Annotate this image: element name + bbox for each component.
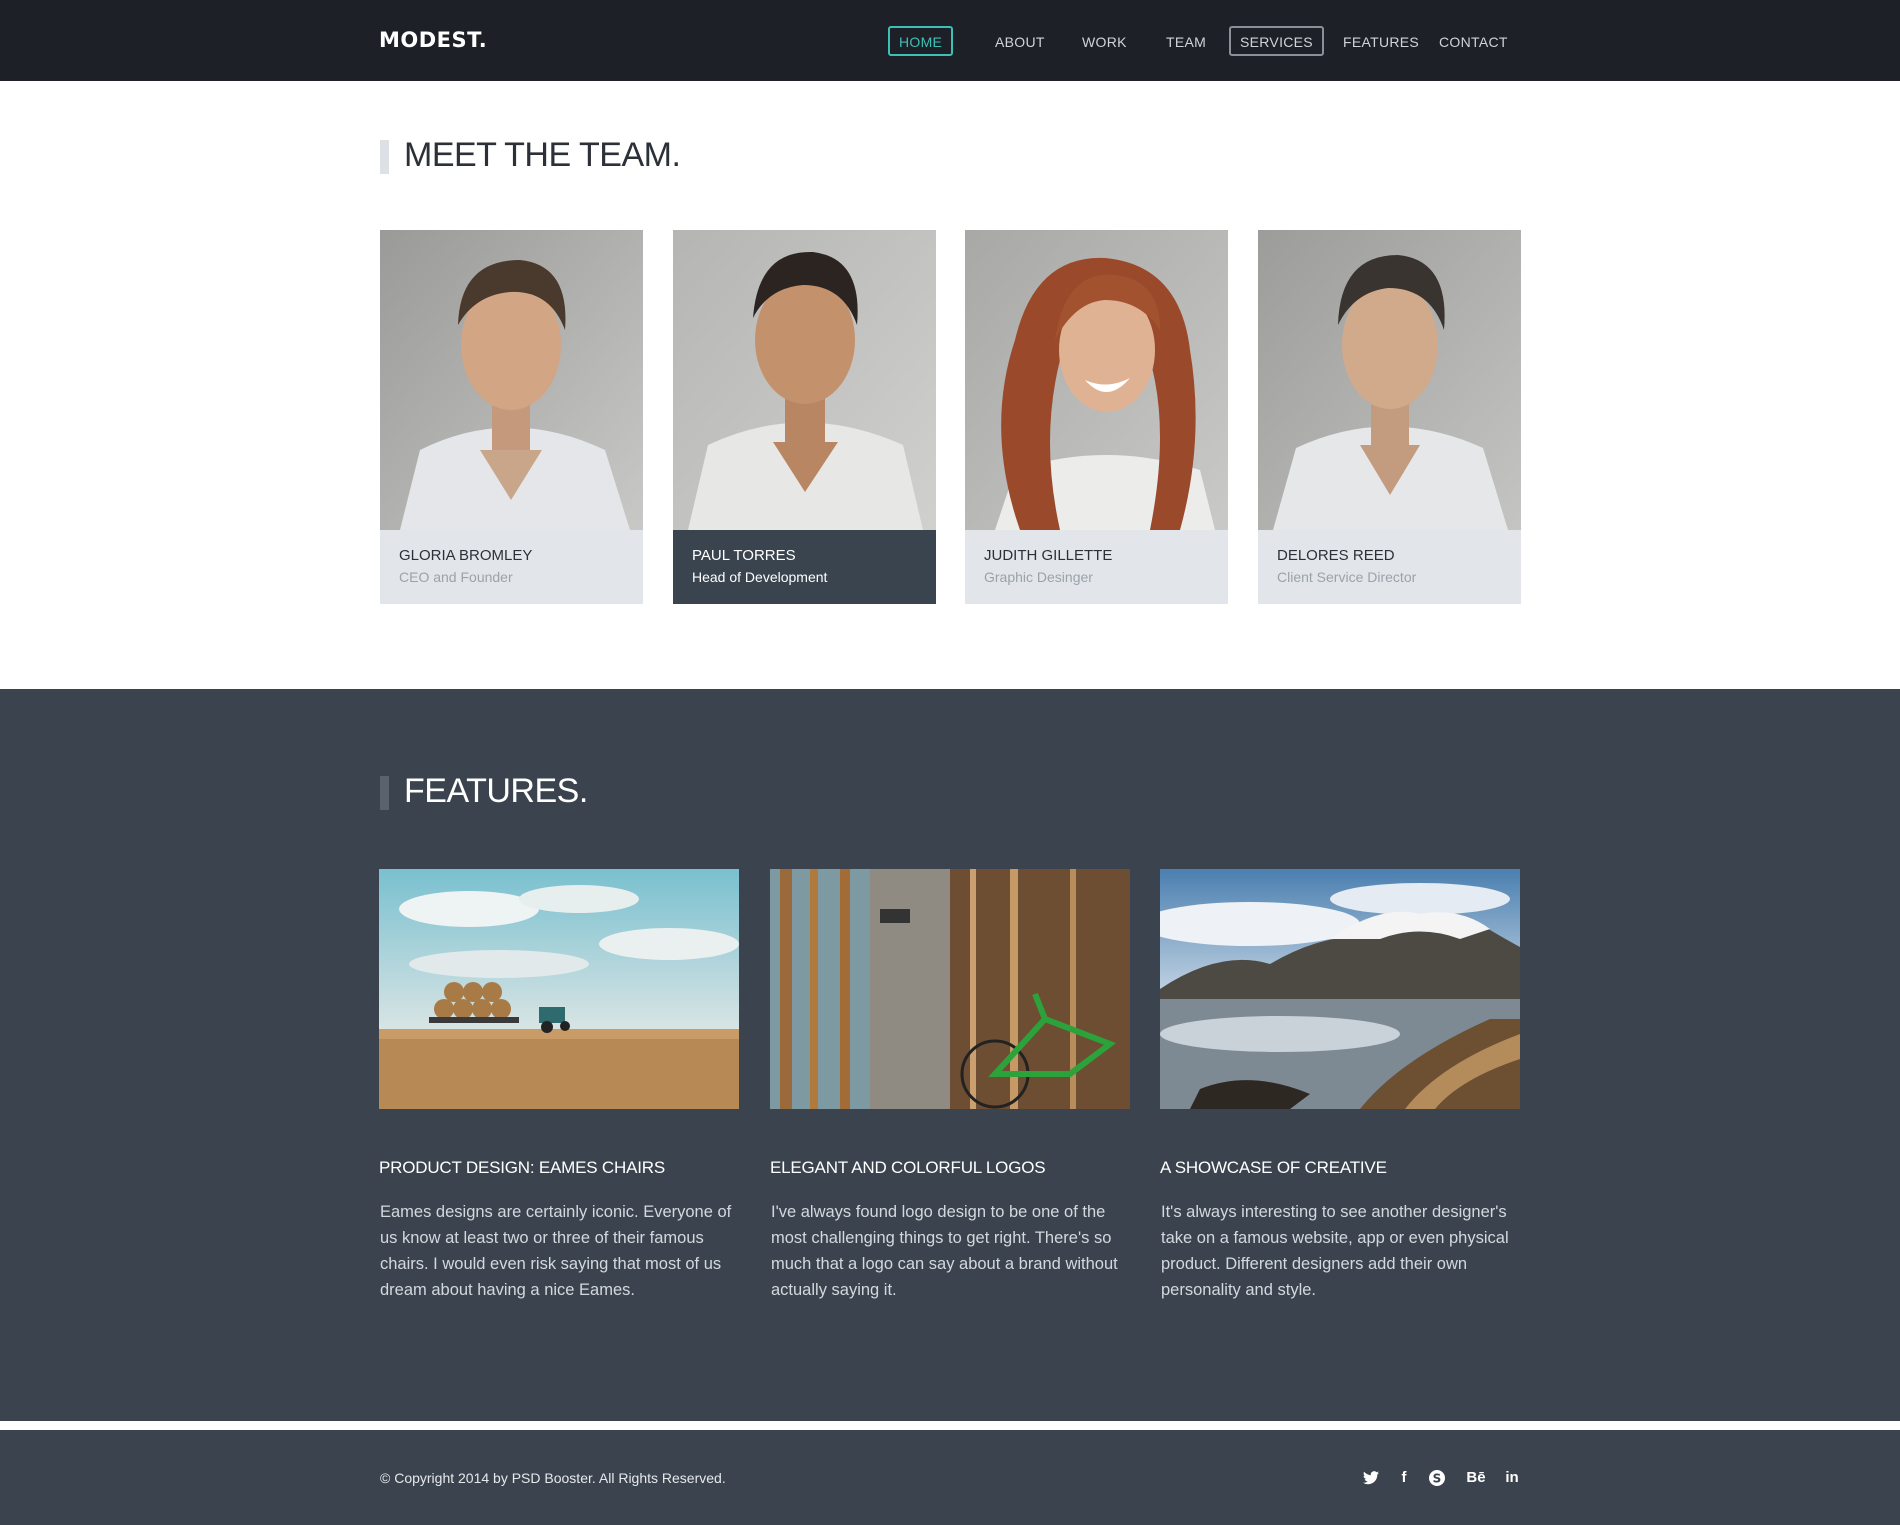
title-accent-bar [380, 776, 389, 810]
nav-work[interactable]: WORK [1071, 26, 1138, 56]
nav-about[interactable]: ABOUT [984, 26, 1056, 56]
linkedin-icon[interactable]: in [1501, 1468, 1523, 1488]
main-nav: HOME ABOUT WORK TEAM SERVICES FEATURES C… [0, 26, 1900, 56]
feature-image[interactable] [1160, 869, 1520, 1109]
member-name: DELORES REED [1277, 547, 1395, 564]
feature-image[interactable] [379, 869, 739, 1109]
team-photo [380, 230, 643, 530]
team-caption: GLORIA BROMLEY CEO and Founder [380, 530, 643, 604]
member-role: Graphic Desinger [984, 569, 1093, 585]
nav-contact[interactable]: CONTACT [1428, 26, 1519, 56]
team-card[interactable]: JUDITH GILLETTE Graphic Desinger [965, 230, 1228, 604]
member-role: Client Service Director [1277, 569, 1417, 585]
team-card[interactable]: DELORES REED Client Service Director [1258, 230, 1521, 604]
member-name: PAUL TORRES [692, 547, 796, 564]
team-photo [965, 230, 1228, 530]
member-role: CEO and Founder [399, 569, 513, 585]
footer-divider [0, 1421, 1900, 1430]
team-caption: PAUL TORRES Head of Development [673, 530, 936, 604]
team-photo [1258, 230, 1521, 530]
team-caption: JUDITH GILLETTE Graphic Desinger [965, 530, 1228, 604]
nav-features[interactable]: FEATURES [1332, 26, 1430, 56]
features-section: FEATURES. PRODUCT DESIGN: EAMES CHAIRS E… [0, 689, 1900, 1421]
team-caption: DELORES REED Client Service Director [1258, 530, 1521, 604]
nav-team[interactable]: TEAM [1155, 26, 1217, 56]
facebook-icon[interactable]: f [1393, 1468, 1415, 1488]
nav-home[interactable]: HOME [888, 26, 954, 56]
feature-text: It's always interesting to see another d… [1161, 1203, 1509, 1299]
title-accent-bar [380, 140, 389, 174]
feature-title: ELEGANT AND COLORFUL LOGOS [770, 1158, 1046, 1177]
feature-text: I've always found logo design to be one … [771, 1203, 1118, 1299]
team-photo [673, 230, 936, 530]
social-links: f S Bē in [1360, 1468, 1525, 1488]
twitter-icon[interactable] [1360, 1468, 1382, 1488]
feature-image[interactable] [770, 869, 1130, 1109]
feature-title: A SHOWCASE OF CREATIVE [1160, 1158, 1387, 1177]
team-section: MEET THE TEAM. GLORIA BROMLEY CEO and Fo… [0, 81, 1900, 689]
feature-title: PRODUCT DESIGN: EAMES CHAIRS [379, 1158, 665, 1177]
svg-text:S: S [1433, 1472, 1442, 1486]
member-name: JUDITH GILLETTE [984, 547, 1113, 564]
top-nav-bar: MODEST. HOME ABOUT WORK TEAM SERVICES FE… [0, 0, 1900, 81]
team-card[interactable]: PAUL TORRES Head of Development [673, 230, 936, 604]
member-name: GLORIA BROMLEY [399, 547, 533, 564]
nav-services[interactable]: SERVICES [1229, 26, 1324, 56]
team-card[interactable]: GLORIA BROMLEY CEO and Founder [380, 230, 643, 604]
member-role: Head of Development [692, 569, 828, 585]
feature-text: Eames designs are certainly iconic. Ever… [380, 1203, 732, 1299]
behance-icon[interactable]: Bē [1461, 1468, 1491, 1488]
skype-icon[interactable]: S [1426, 1468, 1448, 1488]
footer: © Copyright 2014 by PSD Booster. All Rig… [0, 1430, 1900, 1525]
copyright-text: © Copyright 2014 by PSD Booster. All Rig… [380, 1470, 726, 1486]
